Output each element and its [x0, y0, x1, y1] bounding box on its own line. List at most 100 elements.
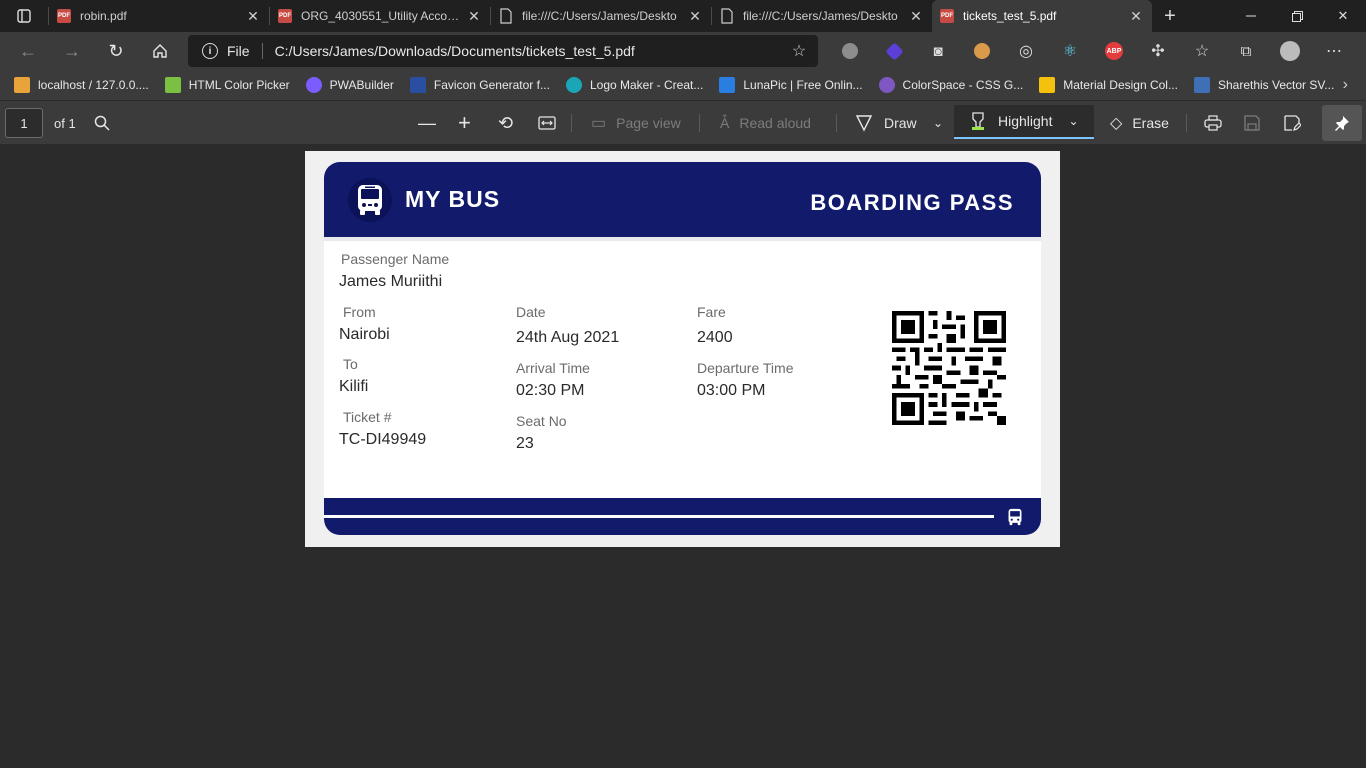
bookmark-item[interactable]: Logo Maker - Creat...: [558, 70, 711, 100]
close-window-button[interactable]: ✕: [1320, 0, 1366, 32]
read-aloud-button[interactable]: A͒ Read aloud: [720, 101, 811, 145]
back-button[interactable]: ←: [8, 35, 48, 67]
save-button[interactable]: [1244, 101, 1260, 145]
extension-button[interactable]: ⚛: [1048, 32, 1092, 70]
new-tab-button[interactable]: +: [1152, 0, 1188, 32]
close-icon[interactable]: ✕: [1128, 8, 1144, 24]
collections-button[interactable]: ⧉: [1224, 32, 1268, 70]
bookmark-item[interactable]: ColorSpace - CSS G...: [871, 70, 1032, 100]
extension-button[interactable]: [828, 32, 872, 70]
profile-button[interactable]: [1268, 32, 1312, 70]
bookmark-label: PWABuilder: [329, 78, 394, 92]
close-icon[interactable]: ✕: [245, 8, 261, 24]
home-icon: [153, 44, 167, 58]
page-count: of 1: [54, 115, 76, 131]
bookmark-item[interactable]: localhost / 127.0.0....: [0, 70, 157, 100]
ticket-number-value: TC-DI49949: [339, 431, 427, 448]
zoom-out-button[interactable]: —: [418, 101, 436, 145]
fit-width-icon: [538, 116, 556, 130]
chevron-down-icon[interactable]: ⌄: [1068, 114, 1078, 128]
extension-button[interactable]: ◙: [916, 32, 960, 70]
departure-time-label: Departure Time: [697, 360, 794, 376]
bookmark-item[interactable]: Material Design Col...: [1031, 70, 1186, 100]
tab-robin-pdf[interactable]: PDF robin.pdf ✕: [49, 0, 269, 32]
extension-button[interactable]: ◎: [1004, 32, 1048, 70]
rotate-button[interactable]: ⟲: [498, 101, 513, 145]
bus-icon: [358, 185, 382, 215]
boarding-pass-title: BOARDING PASS: [810, 190, 1014, 215]
tab-title: file:///C:/Users/James/Deskto: [522, 9, 677, 23]
adblock-button[interactable]: ABP: [1092, 32, 1136, 70]
extension-button[interactable]: [960, 32, 1004, 70]
save-icon: [1244, 115, 1260, 131]
search-button[interactable]: [94, 101, 110, 145]
cloud-extension-icon: [842, 43, 858, 59]
refresh-button[interactable]: ↻: [96, 35, 136, 67]
bookmark-label: Material Design Col...: [1063, 78, 1178, 92]
fit-width-button[interactable]: [538, 101, 556, 145]
close-icon[interactable]: ✕: [908, 8, 924, 24]
tab-file-1[interactable]: file:///C:/Users/James/Deskto ✕: [491, 0, 711, 32]
bookmark-label: LunaPic | Free Onlin...: [743, 78, 863, 92]
bookmark-item[interactable]: LunaPic | Free Onlin...: [711, 70, 870, 100]
bookmark-item[interactable]: Sharethis Vector SV...: [1186, 70, 1342, 100]
add-favorite-icon[interactable]: ☆: [788, 40, 810, 62]
draw-icon: [856, 115, 872, 132]
ticket-footer: [324, 498, 1041, 535]
draw-button[interactable]: Draw: [856, 101, 917, 145]
rotate-icon: ⟲: [498, 112, 514, 133]
bookmark-item[interactable]: HTML Color Picker: [157, 70, 298, 100]
pdf-toolbar: 1 of 1 — + ⟲ ▭ Page view A͒ Read aloud D…: [0, 100, 1366, 144]
tab-file-2[interactable]: file:///C:/Users/James/Deskto ✕: [712, 0, 932, 32]
print-icon: [1204, 115, 1222, 131]
bookmark-item[interactable]: PWABuilder: [298, 70, 402, 100]
pdf-icon: PDF: [940, 9, 954, 23]
ticket-header: MY BUS BOARDING PASS: [324, 162, 1041, 237]
ticket-number-label: Ticket #: [343, 409, 392, 425]
restore-button[interactable]: [1274, 0, 1320, 32]
close-icon[interactable]: ✕: [687, 8, 703, 24]
bookmark-item[interactable]: Favicon Generator f...: [402, 70, 558, 100]
navigation-bar: ← → ↻ i File C:/Users/James/Downloads/Do…: [0, 32, 1366, 70]
address-bar[interactable]: i File C:/Users/James/Downloads/Document…: [188, 35, 818, 67]
forward-button[interactable]: →: [52, 35, 92, 67]
home-button[interactable]: [140, 35, 180, 67]
info-icon[interactable]: i: [202, 43, 218, 59]
minimize-button[interactable]: [1228, 0, 1274, 32]
bookmark-label: Logo Maker - Creat...: [589, 78, 704, 92]
tab-utility-account[interactable]: PDF ORG_4030551_Utility Accoun ✕: [270, 0, 490, 32]
tab-tickets-pdf[interactable]: PDF tickets_test_5.pdf ✕: [932, 0, 1152, 32]
close-icon[interactable]: ✕: [466, 8, 482, 24]
target-icon: ◎: [1019, 43, 1033, 60]
pdf-icon: PDF: [57, 9, 71, 23]
erase-button[interactable]: ◇ Erase: [1110, 101, 1169, 145]
puzzle-icon: ✣: [1151, 43, 1165, 60]
settings-more-button[interactable]: ⋯: [1312, 32, 1356, 70]
bookmark-favicon-icon: [565, 77, 582, 93]
bookmark-favicon-icon: [305, 77, 322, 93]
tab-actions-button[interactable]: [0, 0, 48, 32]
extension-button[interactable]: [872, 32, 916, 70]
minimize-icon: [1246, 15, 1256, 17]
save-as-button[interactable]: [1284, 101, 1301, 145]
favorites-button[interactable]: ☆: [1180, 32, 1224, 70]
window-controls: ✕: [1228, 0, 1366, 32]
refresh-icon: ↻: [108, 40, 124, 61]
page-number-input[interactable]: 1: [5, 108, 43, 138]
draw-options-button[interactable]: ⌄: [933, 101, 943, 145]
restore-icon: [1291, 10, 1303, 22]
from-label: From: [343, 304, 376, 320]
page-view-button[interactable]: ▭ Page view: [591, 101, 681, 145]
zoom-in-button[interactable]: +: [458, 101, 471, 145]
cube-extension-icon: [884, 41, 904, 61]
react-icon: ⚛: [1062, 43, 1078, 60]
extensions-button[interactable]: ✣: [1136, 32, 1180, 70]
url-text[interactable]: C:/Users/James/Downloads/Documents/ticke…: [275, 43, 788, 59]
file-icon: [500, 8, 512, 24]
pin-toolbar-button[interactable]: [1322, 105, 1362, 141]
collections-icon: ⧉: [1240, 42, 1252, 60]
print-button[interactable]: [1204, 101, 1222, 145]
highlight-button[interactable]: Highlight ⌄: [954, 105, 1094, 139]
tab-title: ORG_4030551_Utility Accoun: [301, 9, 460, 23]
chevron-right-icon[interactable]: ›: [1343, 76, 1348, 94]
